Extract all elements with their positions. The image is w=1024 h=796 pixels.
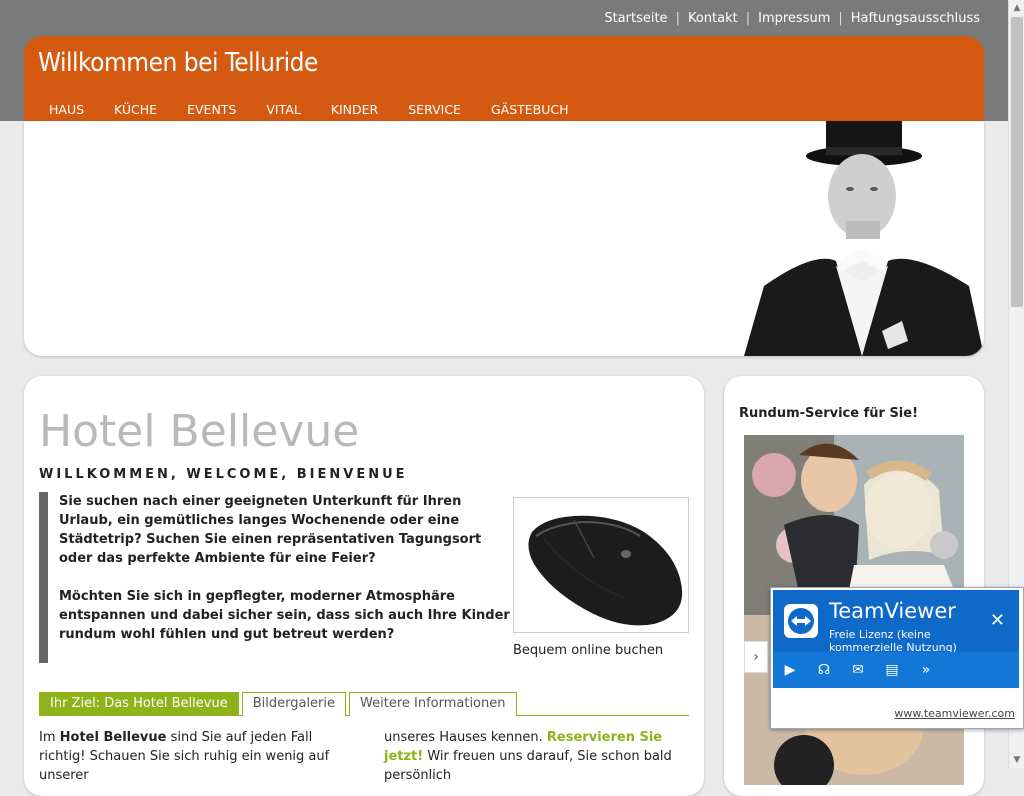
body-text: unseres Hauses kennen. [384,730,547,745]
separator: | [675,11,680,26]
nav-gaestebuch[interactable]: GÄSTEBUCH [491,102,569,117]
tab-ihr-ziel[interactable]: Ihr Ziel: Das Hotel Bellevue [39,692,239,716]
intro-quote: Sie suchen nach einer geeigneten Unterku… [39,492,517,663]
link-impressum[interactable]: Impressum [758,11,830,26]
files-icon[interactable]: ▤ [875,652,909,688]
separator: | [745,11,751,26]
nav-service[interactable]: SERVICE [408,102,461,117]
teamviewer-logo-icon [784,604,818,638]
sidebar-card: Rundum-Service für Sie! [724,376,984,796]
mouse-image [528,515,683,626]
intro-paragraph-1: Sie suchen nach einer geeigneten Unterku… [59,494,482,566]
page-title: Hotel Bellevue [39,406,360,457]
tab-bildergalerie[interactable]: Bildergalerie [241,692,347,716]
sidebar-title: Rundum-Service für Sie! [739,406,919,421]
body-text: Im [39,730,60,745]
nav-events[interactable]: EVENTS [187,102,236,117]
main-nav: HAUS KÜCHE EVENTS VITAL KINDER SERVICE G… [49,102,599,117]
teamviewer-license: Freie Lizenz (keine kommerzielle Nutzung… [829,628,957,654]
video-icon[interactable]: ▶ [773,652,807,688]
tab-weitere-informationen[interactable]: Weitere Informationen [349,692,517,716]
nav-kueche[interactable]: KÜCHE [114,102,157,117]
site-header: Willkommen bei Telluride HAUS KÜCHE EVEN… [24,36,984,121]
close-icon[interactable]: ✕ [990,610,1005,631]
teamviewer-popup: TeamViewer Freie Lizenz (keine kommerzie… [770,587,1024,729]
content-tabs: Ihr Ziel: Das Hotel Bellevue Bildergaler… [39,692,689,716]
more-icon[interactable]: » [909,652,943,688]
site-title: Willkommen bei Telluride [38,48,318,78]
intro-paragraph-2: Möchten Sie sich in gepflegter, moderner… [59,589,510,642]
nav-kinder[interactable]: KINDER [331,102,378,117]
nav-vital[interactable]: VITAL [266,102,300,117]
booking-image-box[interactable] [513,497,689,633]
body-text: Wir freuen uns darauf, Sie schon bald pe… [384,749,672,783]
teamviewer-brand: TeamViewer [829,599,956,623]
top-links: Startseite | Kontakt | Impressum | Haftungsaus… [604,11,980,26]
top-hat-man-image [744,121,984,356]
link-kontakt[interactable]: Kontakt [688,11,738,26]
hero-banner [24,121,984,356]
nav-haus[interactable]: HAUS [49,102,84,117]
body-column-left: Im Hotel Bellevue sind Sie auf jeden Fal… [39,728,349,785]
booking-caption[interactable]: Bequem online buchen [513,643,663,658]
hotel-name-bold: Hotel Bellevue [59,730,167,745]
teamviewer-toolbar: ▶ ☊ ✉ ▤» [773,652,1019,688]
link-haftungsausschluss[interactable]: Haftungsausschluss [851,11,980,26]
scroll-up-icon[interactable]: ▲ [1009,0,1024,16]
scroll-down-icon[interactable]: ▼ [1009,752,1024,768]
gallery-next-arrow[interactable]: › [744,641,768,673]
scroll-thumb[interactable] [1011,17,1023,307]
teamviewer-link[interactable]: www.teamviewer.com [894,707,1015,720]
page-subtitle: WILLKOMMEN, WELCOME, BIENVENUE [39,467,408,482]
link-startseite[interactable]: Startseite [604,11,667,26]
chat-icon[interactable]: ✉ [841,652,875,688]
headset-icon[interactable]: ☊ [807,652,841,688]
separator: | [838,11,843,26]
body-column-right: unseres Hauses kennen. Reservieren Sie j… [384,728,694,785]
main-content-card: Hotel Bellevue WILLKOMMEN, WELCOME, BIEN… [24,376,704,796]
